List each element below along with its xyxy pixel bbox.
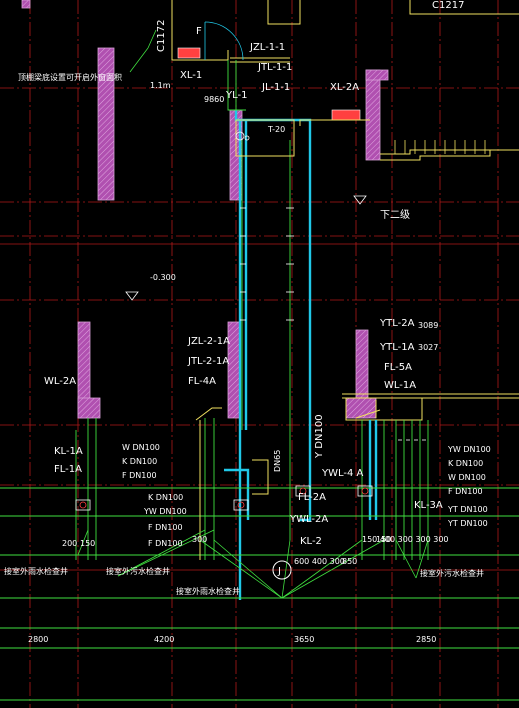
label-jie-left: 接室外雨水检查井 [4,566,68,576]
label-jie-mid: 接室外污水检查井 [106,566,170,576]
pipes-cyan [224,110,378,600]
label-jtl-1-1: JTL-1-1 [257,62,292,73]
label-yw-dn100-r: YW DN100 [447,445,491,454]
label-3089: 3089 [418,321,438,330]
level-triangle [125,291,139,301]
label-circle-j: J [277,566,281,577]
label-bottom-2850: 2850 [416,635,436,644]
label-t20: T-20 [267,125,285,134]
column-top-left-inner [21,0,31,9]
label-w-dn100-r: W DN100 [448,473,486,482]
label-yw-dn100-m: YW DN100 [143,507,187,516]
label-ywl-4a: YWL-4 A [321,468,364,479]
label-kl-2: KL-2 [300,536,322,547]
label-yt-dn100-r2: YT DN100 [447,519,488,528]
label-fl-1a: FL-1A [54,464,82,475]
label-jzl-1-1: JZL-1-1 [249,42,285,53]
label-jie-right: 接室外污水检查井 [420,568,484,578]
column-top-left [97,47,115,201]
label-w-dn100-a: W DN100 [122,443,160,452]
label-3027: 3027 [418,343,438,352]
label-dim-300: 300 [192,535,207,544]
label-wl-1a: WL-1A [384,380,416,391]
label-f-dn100-a: F DN100 [122,471,157,480]
label-xl-1: XL-1 [180,70,202,81]
text-labels: C1172 C1217 F JZL-1-1 JTL-1-1 XL-1 JL-1-… [4,0,491,644]
label-ytl-1a: YTL-1A [379,342,415,353]
label-xl-2a: XL-2A [330,82,359,93]
wall-top-right [365,69,381,161]
label-1-1m: 1.1m [150,81,171,90]
label-dim-850: 850 [342,557,357,566]
label-dim-right: 150 400 300 300 300 [362,535,449,544]
door-swing [204,21,244,61]
label-jtl-2-1a: JTL-2-1A [187,356,229,367]
label-dim-150: 150 [80,539,95,548]
label-jie-bottom: 接室外雨水检查井 [176,586,240,596]
label-k-dn100-m: K DN100 [148,493,183,502]
label-jl-1-1: JL-1-1 [261,82,290,93]
column-mid-left-base [77,397,101,419]
label-ytl-2a: YTL-2A [379,318,415,329]
label-fl-2a: FL-2A [298,492,326,503]
hydrant-box-left [177,47,201,59]
label-bottom-2800: 2800 [28,635,48,644]
label-note-cn: 顶棚梁底设置可开启外窗面积 [18,72,122,82]
label-ywl-2a: YWL-2A [289,514,328,525]
label-f-dn100-m2: F DN100 [148,539,183,548]
column-mid-right-base [345,397,377,419]
wall-top-right-cap [365,69,389,81]
label-kl-1a: KL-1A [54,446,83,457]
label-kl-3a: KL-3A [414,500,443,511]
label-bottom-3650: 3650 [294,635,314,644]
label-dn65: DN65 [273,450,282,472]
label-yl-1: YL-1 [225,90,247,101]
label-c1217: C1217 [432,0,464,11]
label-dim-200: 200 [62,539,77,548]
label-bottom-4200: 4200 [154,635,174,644]
label-dim-600-400-300: 600 400 300 [294,557,345,566]
label-k-dn100-r: K DN100 [448,459,483,468]
label-f-dn100-m: F DN100 [148,523,183,532]
label-level-minus: -0.300 [150,273,176,282]
label-jzl-2-1a: JZL-2-1A [187,336,230,347]
label-c1172: C1172 [156,20,167,52]
label-y-dn100: Y DN100 [314,414,325,459]
label-f-mark: F [196,26,202,37]
label-wl-2a: WL-2A [44,376,76,387]
label-9860: 9860 [204,95,224,104]
label-xia-er-ji: 下二级 [380,209,410,221]
label-fl-4a: FL-4A [188,376,216,387]
hydrant-box-right [331,109,361,121]
label-k-dn100-a: K DN100 [122,457,157,466]
label-yt-dn100-r1: YT DN100 [447,505,488,514]
cad-drawing-canvas: C1172 C1217 F JZL-1-1 JTL-1-1 XL-1 JL-1-… [0,0,519,708]
label-f-dn100-r: F DN100 [448,487,483,496]
label-fl-5a: FL-5A [384,362,412,373]
